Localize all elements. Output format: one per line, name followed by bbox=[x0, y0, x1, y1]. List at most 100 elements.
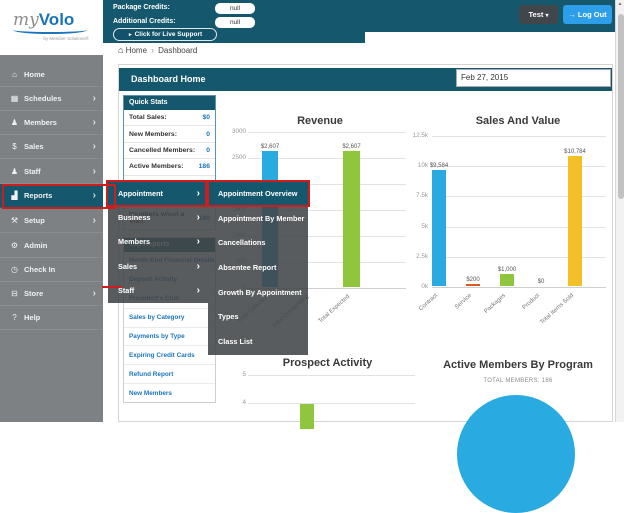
myvolo-logo: myVolo by Member Solutions® bbox=[13, 10, 93, 41]
sidebar-item-setup[interactable]: ⚒Setup › bbox=[0, 209, 103, 233]
quick-stats-panel: Quick Stats Total Sales:$0 New Members:0… bbox=[123, 95, 216, 192]
sidebar-item-admin[interactable]: ⚙Admin bbox=[0, 234, 103, 258]
log-out-button[interactable]: → Log Out bbox=[563, 5, 612, 24]
submenu-item-growth-by-appointment[interactable]: Growth By Appointment bbox=[208, 281, 308, 306]
prospect-activity-chart: Prospect Activity 5 4 bbox=[235, 355, 420, 422]
sidebar-item-help[interactable]: ?Help bbox=[0, 306, 103, 330]
caret-down-icon: ▾ bbox=[545, 13, 548, 19]
report-link[interactable]: Refund Report bbox=[124, 364, 215, 383]
wrench-icon: ⚒ bbox=[9, 209, 20, 233]
bar-contract: $9,584 bbox=[432, 163, 446, 286]
submenu-item-class-list[interactable]: Class List bbox=[208, 330, 308, 355]
annotation-box-appointment bbox=[106, 180, 209, 207]
chevron-right-icon: › bbox=[197, 255, 200, 279]
sidebar: ⌂Home ▦Schedules › ♟Members › $Sales › ♟… bbox=[0, 55, 103, 422]
sidebar-item-check-in[interactable]: ◷Check In bbox=[0, 258, 103, 282]
menu-item-business[interactable]: Business › bbox=[108, 206, 208, 230]
bar-packages: $1,000 bbox=[500, 267, 514, 286]
bar-total-items-sold: $10,784 bbox=[568, 149, 582, 286]
breadcrumb-separator: › bbox=[151, 46, 154, 55]
additional-credits-input[interactable]: null bbox=[215, 17, 255, 28]
stat-value: $0 bbox=[202, 114, 210, 121]
people-icon: ♟ bbox=[9, 160, 20, 184]
submenu-item-types[interactable]: Types bbox=[208, 305, 308, 330]
stat-value: 186 bbox=[199, 163, 210, 170]
house-icon: ⌂ bbox=[118, 45, 123, 55]
sales-plot: 12.5k 10k 7.5k 5k 2.5k 0k $9,584 $200 $1… bbox=[432, 136, 606, 287]
logo-tagline: by Member Solutions® bbox=[13, 36, 89, 41]
report-link[interactable]: Expiring Credit Cards bbox=[124, 345, 215, 364]
annotation-box-reports bbox=[2, 184, 116, 209]
bar-product: $0 bbox=[534, 279, 548, 286]
package-credits-input[interactable]: null bbox=[215, 3, 255, 14]
sidebar-item-sales[interactable]: $Sales › bbox=[0, 135, 103, 159]
chart-title: Prospect Activity bbox=[235, 357, 420, 369]
live-support-button[interactable]: ► Click for Live Support bbox=[113, 28, 217, 41]
report-link[interactable]: Payments by Type bbox=[124, 327, 215, 346]
bar-value-label: $10,784 bbox=[564, 149, 586, 155]
logo-my: my bbox=[13, 10, 39, 30]
bar-value-label: $0 bbox=[538, 279, 545, 285]
menu-item-sales[interactable]: Sales › bbox=[108, 255, 208, 279]
prospect-activity-bar bbox=[300, 404, 314, 429]
sidebar-item-store[interactable]: ⊟Store › bbox=[0, 282, 103, 306]
logo-volo: Volo bbox=[39, 10, 75, 29]
submenu-item-absentee-report[interactable]: Absentee Report bbox=[208, 256, 308, 281]
y-tick: 10k bbox=[406, 162, 428, 169]
bar-value-label: $2,607 bbox=[261, 144, 279, 150]
submenu-item-appointment-by-member[interactable]: Appointment By Member bbox=[208, 207, 308, 232]
menu-item-members[interactable]: Members › bbox=[108, 230, 208, 254]
chevron-right-icon: › bbox=[197, 230, 200, 254]
pie-slice bbox=[457, 395, 575, 513]
scroll-up-icon[interactable]: ▲ bbox=[616, 1, 624, 7]
report-link[interactable]: New Members bbox=[124, 383, 215, 402]
sidebar-item-home[interactable]: ⌂Home bbox=[0, 63, 103, 87]
chevron-right-icon: › bbox=[93, 160, 96, 184]
report-link[interactable]: Sales by Category bbox=[124, 308, 215, 327]
y-tick: 2500 bbox=[224, 154, 246, 161]
sidebar-item-members[interactable]: ♟Members › bbox=[0, 111, 103, 135]
chart-title: Revenue bbox=[230, 115, 410, 127]
chevron-right-icon: › bbox=[93, 111, 96, 135]
chart-title: Active Members By Program bbox=[420, 359, 616, 371]
calendar-icon: ▦ bbox=[9, 87, 20, 111]
date-input[interactable]: Feb 27, 2015 bbox=[456, 69, 611, 87]
chevron-right-icon: › bbox=[93, 87, 96, 111]
live-support-arrow-icon: ► bbox=[128, 32, 133, 38]
sales-and-value-chart: Sales And Value 12.5k 10k 7.5k 5k 2.5k 0… bbox=[420, 108, 616, 358]
bar-value-label: $200 bbox=[466, 277, 479, 283]
scrollbar-thumb[interactable] bbox=[618, 14, 624, 199]
quick-stats-header: Quick Stats bbox=[124, 96, 215, 110]
y-tick: 4 bbox=[237, 399, 246, 406]
y-tick: 0k bbox=[406, 283, 428, 290]
package-credits-label: Package Credits: bbox=[113, 4, 170, 11]
chart-title: Sales And Value bbox=[420, 115, 616, 127]
bar-value-label: $9,584 bbox=[430, 163, 448, 169]
person-icon: ♟ bbox=[9, 111, 20, 135]
bar-value-label: $1,000 bbox=[498, 267, 516, 273]
clock-icon: ◷ bbox=[9, 258, 20, 282]
user-menu-button[interactable]: Test ▾ bbox=[519, 5, 558, 24]
y-tick: 5k bbox=[406, 223, 428, 230]
bar-total-expected: $2,607 bbox=[343, 144, 360, 287]
y-tick: 2.5k bbox=[406, 253, 428, 260]
chevron-right-icon: › bbox=[197, 279, 200, 303]
bar-value-label: $2,607 bbox=[342, 144, 360, 150]
sidebar-item-schedules[interactable]: ▦Schedules › bbox=[0, 87, 103, 111]
appointment-submenu: Appointment Overview Appointment By Memb… bbox=[208, 182, 308, 355]
cart-icon: ⊟ bbox=[9, 282, 20, 306]
scrollbar[interactable]: ▲ bbox=[615, 0, 624, 422]
chart-subtitle: TOTAL MEMBERS: 186 bbox=[420, 378, 616, 384]
y-tick: 5 bbox=[237, 371, 246, 378]
breadcrumb: ⌂ Home › Dashboard bbox=[118, 45, 197, 55]
additional-credits-label: Additional Credits: bbox=[113, 18, 176, 25]
breadcrumb-home[interactable]: Home bbox=[126, 46, 147, 55]
submenu-item-cancellations[interactable]: Cancellations bbox=[208, 231, 308, 256]
sidebar-item-staff[interactable]: ♟Staff › bbox=[0, 160, 103, 184]
chevron-right-icon: › bbox=[93, 135, 96, 159]
chevron-right-icon: › bbox=[93, 209, 96, 233]
stat-value: 0 bbox=[206, 147, 210, 154]
menu-item-staff[interactable]: Staff › bbox=[108, 279, 208, 303]
y-tick: 3000 bbox=[224, 128, 246, 135]
annotation-box-appointment-overview bbox=[205, 180, 310, 207]
